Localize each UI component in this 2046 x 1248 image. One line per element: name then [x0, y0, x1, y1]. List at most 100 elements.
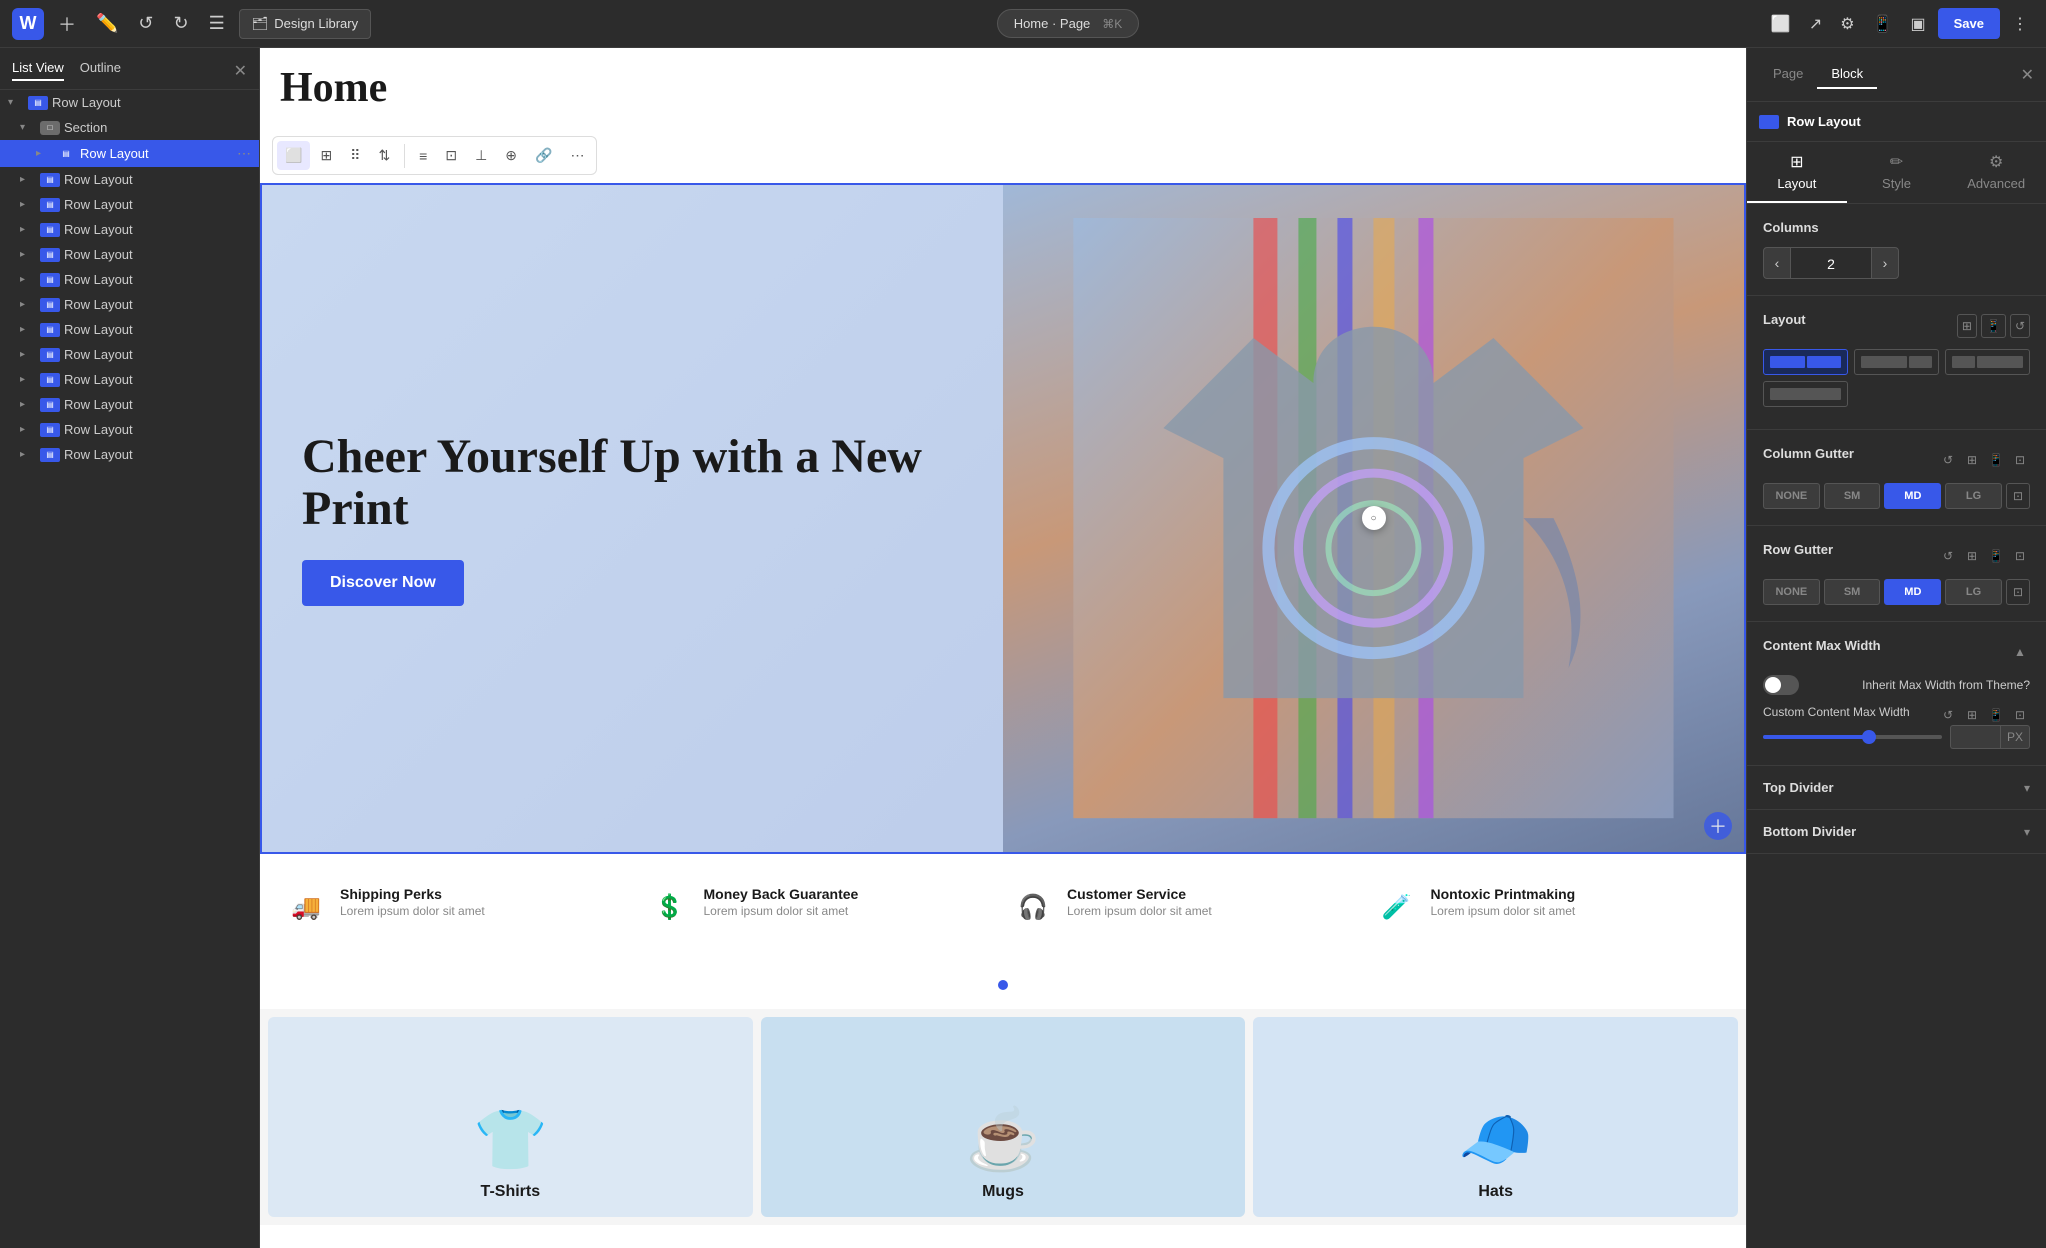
tree-item-row-active[interactable]: ▸ ▤ Row Layout ⋯ [0, 140, 259, 167]
row-gutter-responsive[interactable]: 📱 [1986, 546, 2006, 566]
chevron-icon: ▸ [20, 249, 36, 260]
product-label: Mugs [982, 1183, 1024, 1201]
drag-tool-button[interactable]: ⊞ [312, 141, 340, 170]
layout-option-wide-center[interactable] [1763, 381, 1848, 407]
gutter-sm-button[interactable]: SM [1824, 483, 1881, 509]
row-gutter-more-button[interactable]: ⊡ [2006, 579, 2030, 605]
bottom-divider-section[interactable]: Bottom Divider ▾ [1747, 810, 2046, 854]
responsive-button[interactable]: 📱 [1867, 8, 1899, 40]
row-gutter-none-button[interactable]: NONE [1763, 579, 1820, 605]
close-panel-button[interactable]: ✕ [234, 61, 247, 81]
list-item[interactable]: ▸▤Row Layout [0, 417, 259, 442]
edit-button[interactable]: ✏️ [90, 7, 124, 40]
product-hats[interactable]: 🧢 Hats [1253, 1017, 1738, 1217]
tab-advanced[interactable]: ⚙ Advanced [1946, 142, 2046, 203]
list-item[interactable]: ▸▤Row Layout [0, 442, 259, 467]
layout-option-left-wide[interactable] [1854, 349, 1939, 375]
tab-style[interactable]: ✏ Style [1847, 142, 1947, 203]
close-right-panel-button[interactable]: ✕ [2021, 65, 2034, 85]
vertical-align-button[interactable]: ⊥ [467, 141, 495, 170]
row-gutter-more[interactable]: ⊡ [2010, 546, 2030, 566]
col-gutter-reset[interactable]: ↺ [1938, 450, 1958, 470]
align-button[interactable]: ≡ [411, 142, 435, 170]
up-down-button[interactable]: ⇅ [370, 141, 398, 170]
row-gutter-md-button[interactable]: MD [1884, 579, 1941, 605]
list-item[interactable]: ▸▤Row Layout [0, 217, 259, 242]
layout-option-equal[interactable] [1763, 349, 1848, 375]
block-name-label: Row Layout [1787, 114, 1861, 129]
tab-outline[interactable]: Outline [80, 60, 121, 81]
layout-option-right-wide[interactable] [1945, 349, 2030, 375]
list-item[interactable]: ▸▤Row Layout [0, 317, 259, 342]
width-slider[interactable] [1763, 735, 1942, 739]
list-item[interactable]: ▸▤Row Layout [0, 367, 259, 392]
custom-width-link[interactable]: ⊞ [1962, 705, 1982, 725]
hero-discover-button[interactable]: Discover Now [302, 560, 464, 606]
custom-width-responsive[interactable]: 📱 [1986, 705, 2006, 725]
tab-list-view[interactable]: List View [12, 60, 64, 81]
product-tshirts[interactable]: 👕 T-Shirts [268, 1017, 753, 1217]
layout-responsive-icon[interactable]: 📱 [1981, 314, 2006, 338]
custom-width-more[interactable]: ⊡ [2010, 705, 2030, 725]
row-gutter-lg-button[interactable]: LG [1945, 579, 2002, 605]
grip-button[interactable]: ⠿ [342, 141, 368, 170]
preview-button[interactable]: ⬜ [1765, 8, 1797, 40]
add-button[interactable]: ＋ [52, 5, 82, 43]
transform-button[interactable]: ⊡ [437, 141, 465, 170]
tab-page[interactable]: Page [1759, 60, 1817, 89]
carousel-dot-active[interactable] [998, 980, 1008, 990]
link-button[interactable]: 🔗 [527, 141, 560, 170]
panel-button[interactable]: ▣ [1905, 8, 1932, 40]
list-item[interactable]: ▸▤Row Layout [0, 167, 259, 192]
col-gutter-link[interactable]: ⊞ [1962, 450, 1982, 470]
list-item[interactable]: ▸▤Row Layout [0, 192, 259, 217]
more-options-icon[interactable]: ⋯ [237, 145, 251, 162]
product-mugs[interactable]: ☕ Mugs [761, 1017, 1246, 1217]
chevron-icon: ▸ [20, 449, 36, 460]
feature-title: Shipping Perks [340, 886, 485, 902]
layout-link-icon[interactable]: ⊞ [1957, 314, 1977, 338]
list-view-button[interactable]: ☰ [203, 7, 231, 40]
columns-decrement-button[interactable]: ‹ [1763, 247, 1791, 279]
gutter-md-button[interactable]: MD [1884, 483, 1941, 509]
more-options-button[interactable]: ⋮ [2006, 8, 2034, 40]
drag-handle[interactable]: ○ [1362, 506, 1386, 530]
col-gutter-responsive[interactable]: 📱 [1986, 450, 2006, 470]
row-gutter-link[interactable]: ⊞ [1962, 546, 1982, 566]
list-item[interactable]: ▸▤Row Layout [0, 242, 259, 267]
gutter-none-button[interactable]: NONE [1763, 483, 1820, 509]
add-block-overlay[interactable]: ＋ [1704, 812, 1732, 840]
layout-reset-icon[interactable]: ↺ [2010, 314, 2030, 338]
width-input[interactable] [1950, 725, 2000, 749]
settings-button[interactable]: ⚙ [1834, 8, 1860, 40]
open-external-button[interactable]: ↗ [1803, 8, 1828, 40]
custom-width-reset[interactable]: ↺ [1938, 705, 1958, 725]
redo-button[interactable]: ↻ [168, 7, 195, 40]
add-inner-button[interactable]: ⊕ [497, 141, 525, 170]
list-item[interactable]: ▸▤Row Layout [0, 292, 259, 317]
columns-increment-button[interactable]: › [1871, 247, 1899, 279]
list-item[interactable]: ▸▤Row Layout [0, 267, 259, 292]
list-item[interactable]: ▸▤Row Layout [0, 392, 259, 417]
page-title-pill[interactable]: Home · Page ⌘K [997, 9, 1140, 38]
tab-block[interactable]: Block [1817, 60, 1877, 89]
save-button[interactable]: Save [1938, 8, 2000, 39]
chevron-icon: ▾ [8, 97, 24, 108]
list-item[interactable]: ▸▤Row Layout [0, 342, 259, 367]
col-gutter-more[interactable]: ⊡ [2010, 450, 2030, 470]
content-max-width-collapse[interactable]: ▲ [2010, 642, 2030, 662]
row-gutter-reset[interactable]: ↺ [1938, 546, 1958, 566]
tree-item-root-row[interactable]: ▾ ▤ Row Layout [0, 90, 259, 115]
more-block-options-button[interactable]: ⋯ [562, 141, 592, 170]
tree-item-label: Row Layout [80, 146, 233, 161]
tab-layout[interactable]: ⊞ Layout [1747, 142, 1847, 203]
tree-item-section[interactable]: ▾ □ Section [0, 115, 259, 140]
select-tool-button[interactable]: ⬜ [277, 141, 310, 170]
gutter-lg-button[interactable]: LG [1945, 483, 2002, 509]
inherit-toggle[interactable] [1763, 675, 1799, 695]
top-divider-section[interactable]: Top Divider ▾ [1747, 766, 2046, 810]
row-gutter-sm-button[interactable]: SM [1824, 579, 1881, 605]
design-library-button[interactable]: 🗂 Design Library [239, 9, 371, 39]
undo-button[interactable]: ↺ [132, 7, 159, 40]
gutter-more-button[interactable]: ⊡ [2006, 483, 2030, 509]
